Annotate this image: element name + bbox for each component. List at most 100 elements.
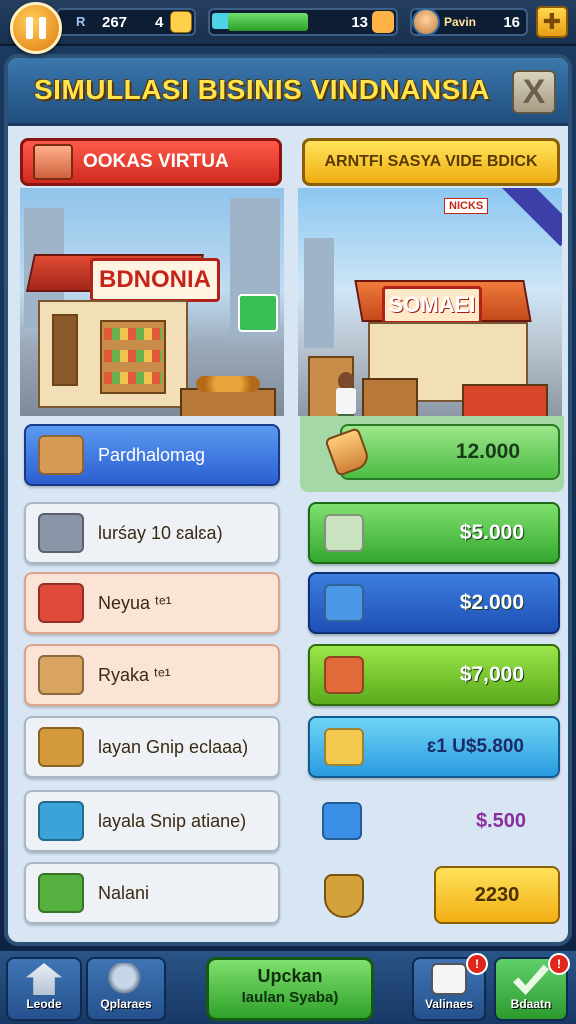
title-bar: SIMULLASI BISINIS VINDNANSIA X (8, 58, 568, 126)
parcel-icon (38, 655, 84, 695)
gift-icon[interactable] (372, 11, 394, 33)
nav-home-button[interactable]: Leode (6, 957, 82, 1021)
register-counter (462, 384, 548, 416)
price-button[interactable]: $7,000 (308, 644, 560, 706)
corner-ribbon (496, 188, 562, 247)
bottom-nav: Leode Qplaraes Upckan Iaulan Syaba) Vali… (0, 948, 576, 1024)
shop-chip: NICKS (444, 198, 489, 214)
price-value: $5.000 (459, 521, 524, 544)
resource-counter-a: R 267 4 (56, 8, 196, 36)
energy-value: 13 (351, 14, 368, 31)
price-value: ɛ1 U$5.800 (426, 736, 524, 757)
top-hud: R 267 4 13 Pavin 16 ✚ (0, 0, 576, 54)
item-label: Ryaka ᵗᵉ¹ (98, 664, 171, 685)
nav-home-label: Leode (26, 997, 62, 1011)
compass-icon (324, 728, 364, 766)
plant-basket-icon (324, 584, 364, 622)
resource-a-value: 267 (102, 13, 128, 31)
cashier-counter (362, 378, 418, 416)
shop-sign: SOMAEI (382, 286, 482, 324)
nav-tasks-label: Valinaes (424, 997, 474, 1011)
price-button[interactable]: ɛ1 U$5.800 (308, 716, 560, 778)
page-title: SIMULLASI BISINIS VINDNANSIA (34, 74, 490, 105)
shelf-goods (104, 350, 162, 362)
cardboard-box-icon (38, 435, 84, 475)
item-row[interactable]: layan Gnip eclaaa) (24, 716, 280, 778)
notification-bubble[interactable] (238, 294, 278, 332)
tab-virtual-store-label: OOKAS VIRTUA (83, 151, 229, 172)
tab-video-bonus[interactable]: ARNTFI SASYA VIDE BDICK (302, 138, 560, 186)
green-crate-icon (38, 873, 84, 913)
price-value: $7,000 (459, 663, 524, 686)
pause-button[interactable] (10, 2, 62, 54)
bread-basket-icon (38, 727, 84, 767)
featured-price-button[interactable]: 12.000 (340, 424, 560, 480)
shelf-goods (104, 328, 162, 340)
fruit-crate-icon (38, 583, 84, 623)
price-button[interactable]: $2.000 (308, 572, 560, 634)
player-name: Pavin (444, 15, 477, 29)
checklist-icon (431, 963, 467, 995)
home-icon (26, 963, 62, 995)
pause-icon-bar (39, 17, 46, 39)
price-button[interactable]: $.500 (308, 790, 560, 852)
vegetable-box-icon (38, 801, 84, 841)
sack-icon (324, 656, 364, 694)
item-row[interactable]: Ryaka ᵗᵉ¹ (24, 644, 280, 706)
upgrade-button-label: Upckan (257, 966, 323, 986)
bread-display (196, 376, 260, 392)
notification-badge: ! (466, 953, 488, 975)
price-button[interactable]: 2230 (434, 866, 560, 924)
close-button[interactable]: X (512, 70, 556, 114)
notification-badge: ! (548, 953, 570, 975)
tab-video-bonus-label: ARNTFI SASYA VIDE BDICK (324, 153, 538, 170)
upgrade-button-sublabel: Iaulan Syaba) (241, 989, 339, 1006)
upgrade-button[interactable]: Upckan Iaulan Syaba) (206, 957, 374, 1021)
item-row[interactable]: Pardhalomag (24, 424, 280, 486)
nav-sell-button[interactable]: Bdaatn ! (494, 953, 570, 1021)
shelf-goods (104, 372, 162, 384)
featured-price-row: 12.000 (300, 416, 564, 492)
shop-box-icon (33, 144, 73, 180)
price-value: $2.000 (459, 591, 524, 614)
cash-crate-icon (324, 514, 364, 552)
gold-shield-icon (324, 874, 364, 918)
item-label: layan Gnip eclaaa) (98, 736, 249, 757)
gold-icon[interactable] (170, 11, 192, 33)
price-value: $.500 (475, 809, 526, 832)
item-row[interactable]: Neyua ᵗᵉ¹ (24, 572, 280, 634)
menu-button[interactable]: ✚ (536, 6, 568, 38)
player-profile[interactable]: Pavin 16 (410, 8, 528, 36)
resource-a-secondary: 4 (155, 13, 164, 31)
resource-a-label: R (76, 14, 86, 29)
item-row[interactable]: lurśay 10 ɛalɛa) (24, 502, 280, 564)
pause-icon-bar (26, 17, 33, 39)
price-button[interactable]: $5.000 (308, 502, 560, 564)
nav-search-button[interactable]: Qplaraes (86, 957, 166, 1021)
avatar[interactable] (412, 8, 440, 36)
nav-sell-label: Bdaatn (510, 997, 552, 1011)
item-label: lurśay 10 ɛalɛa) (98, 522, 223, 543)
shop-door (52, 314, 78, 386)
player-level: 16 (503, 14, 520, 31)
checkmark-icon (513, 964, 549, 995)
blue-star-box-icon (322, 802, 362, 840)
item-label: layala Snip atiane) (98, 810, 247, 831)
item-label: Neyua ᵗᵉ¹ (98, 592, 172, 613)
store-scene-left[interactable]: BDNONIA (20, 188, 284, 416)
nav-search-label: Qplaraes (100, 997, 152, 1011)
item-row[interactable]: layala Snip atiane) (24, 790, 280, 852)
background-building (304, 238, 334, 348)
business-panel: SIMULLASI BISINIS VINDNANSIA X OOKAS VIR… (4, 54, 572, 946)
shop-sign: BDNONIA (90, 258, 220, 302)
store-scene-right[interactable]: NICKS SOMAEI (298, 188, 562, 416)
nav-tasks-button[interactable]: Valinaes ! (412, 953, 488, 1021)
item-label: Nalani (98, 882, 150, 903)
tab-virtual-store[interactable]: OOKAS VIRTUA (20, 138, 282, 186)
bread-counter (180, 388, 276, 416)
stone-block-icon (38, 513, 84, 553)
energy-counter: 13 (208, 8, 398, 36)
shopkeeper-body (336, 388, 356, 414)
item-row[interactable]: Nalani (24, 862, 280, 924)
energy-bar (228, 13, 308, 31)
